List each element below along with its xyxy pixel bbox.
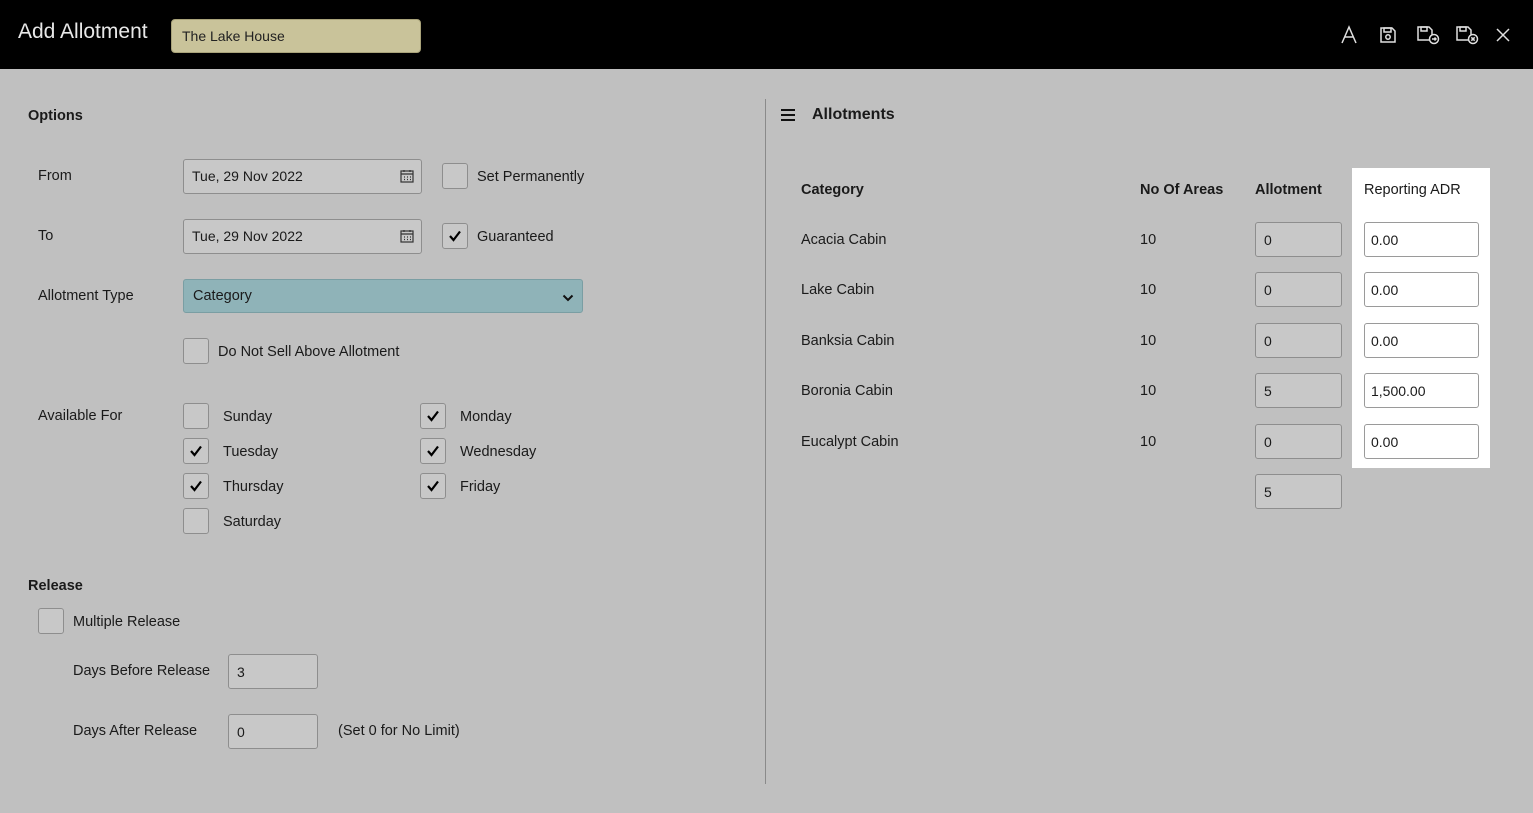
header-bar: Add Allotment The Lake House bbox=[0, 0, 1533, 69]
guaranteed-checkbox[interactable] bbox=[442, 223, 468, 249]
row-category: Banksia Cabin bbox=[801, 333, 895, 349]
saturday-checkbox[interactable] bbox=[183, 508, 209, 534]
allotment-type-label: Allotment Type bbox=[38, 288, 134, 304]
page-title: Add Allotment bbox=[18, 20, 148, 43]
do-not-sell-label: Do Not Sell Above Allotment bbox=[218, 344, 400, 360]
total-allotment-field: 5 bbox=[1255, 474, 1342, 509]
row-allotment-input[interactable]: 0 bbox=[1255, 323, 1342, 358]
to-label: To bbox=[38, 228, 54, 244]
row-adr-input[interactable]: 0.00 bbox=[1364, 222, 1479, 257]
menu-icon[interactable] bbox=[780, 107, 796, 128]
row-allotment-input[interactable]: 0 bbox=[1255, 222, 1342, 257]
allotment-column-header: Allotment bbox=[1255, 182, 1322, 198]
row-areas: 10 bbox=[1140, 434, 1157, 450]
from-date-input[interactable]: Tue, 29 Nov 2022 bbox=[183, 159, 422, 194]
row-areas: 10 bbox=[1140, 383, 1157, 399]
row-category: Eucalypt Cabin bbox=[801, 434, 899, 450]
wednesday-checkbox[interactable] bbox=[420, 438, 446, 464]
save-icon[interactable] bbox=[1375, 22, 1401, 48]
row-areas: 10 bbox=[1140, 282, 1157, 298]
row-category: Lake Cabin bbox=[801, 282, 875, 298]
set-permanently-label: Set Permanently bbox=[477, 169, 585, 185]
days-before-release-label: Days Before Release bbox=[73, 663, 211, 679]
no-of-areas-column-header: No Of Areas bbox=[1140, 182, 1224, 198]
save-and-new-icon[interactable] bbox=[1415, 22, 1441, 48]
to-date-input[interactable]: Tue, 29 Nov 2022 bbox=[183, 219, 422, 254]
monday-label: Monday bbox=[460, 409, 512, 425]
friday-checkbox[interactable] bbox=[420, 473, 446, 499]
row-allotment-input[interactable]: 0 bbox=[1255, 272, 1342, 307]
from-date-value: Tue, 29 Nov 2022 bbox=[192, 168, 303, 184]
available-for-label: Available For bbox=[38, 408, 123, 424]
row-allotment-input[interactable]: 0 bbox=[1255, 424, 1342, 459]
row-adr-input[interactable]: 0.00 bbox=[1364, 323, 1479, 358]
panel-divider bbox=[765, 99, 766, 784]
guaranteed-label: Guaranteed bbox=[477, 229, 554, 245]
row-category: Boronia Cabin bbox=[801, 383, 893, 399]
sunday-checkbox[interactable] bbox=[183, 403, 209, 429]
set-permanently-checkbox[interactable] bbox=[442, 163, 468, 189]
tuesday-checkbox[interactable] bbox=[183, 438, 209, 464]
thursday-label: Thursday bbox=[223, 479, 284, 495]
font-icon[interactable] bbox=[1336, 22, 1362, 48]
release-section-title: Release bbox=[28, 578, 83, 594]
multiple-release-label: Multiple Release bbox=[73, 614, 181, 630]
multiple-release-checkbox[interactable] bbox=[38, 608, 64, 634]
row-adr-input[interactable]: 0.00 bbox=[1364, 424, 1479, 459]
row-adr-input[interactable]: 0.00 bbox=[1364, 272, 1479, 307]
allotment-type-value: Category bbox=[193, 288, 252, 304]
saturday-label: Saturday bbox=[223, 514, 282, 530]
to-date-value: Tue, 29 Nov 2022 bbox=[192, 228, 303, 244]
days-after-release-hint: (Set 0 for No Limit) bbox=[338, 723, 460, 739]
from-label: From bbox=[38, 168, 72, 184]
thursday-checkbox[interactable] bbox=[183, 473, 209, 499]
allotment-type-select[interactable]: Category bbox=[183, 279, 583, 313]
days-before-release-input[interactable]: 3 bbox=[228, 654, 318, 689]
save-and-close-icon[interactable] bbox=[1454, 22, 1480, 48]
chevron-down-icon bbox=[562, 291, 574, 307]
days-after-release-input[interactable]: 0 bbox=[228, 714, 318, 749]
options-section-title: Options bbox=[28, 108, 83, 124]
category-column-header: Category bbox=[801, 182, 864, 198]
row-areas: 10 bbox=[1140, 333, 1157, 349]
allotments-title: Allotments bbox=[812, 106, 895, 123]
row-adr-input[interactable]: 1,500.00 bbox=[1364, 373, 1479, 408]
row-category: Acacia Cabin bbox=[801, 232, 887, 248]
friday-label: Friday bbox=[460, 479, 501, 495]
wednesday-label: Wednesday bbox=[460, 444, 537, 460]
calendar-icon[interactable] bbox=[400, 229, 414, 246]
property-selector[interactable]: The Lake House bbox=[171, 19, 421, 53]
days-after-release-label: Days After Release bbox=[73, 723, 198, 739]
row-allotment-input[interactable]: 5 bbox=[1255, 373, 1342, 408]
do-not-sell-checkbox[interactable] bbox=[183, 338, 209, 364]
monday-checkbox[interactable] bbox=[420, 403, 446, 429]
reporting-adr-column-header: Reporting ADR bbox=[1364, 182, 1461, 198]
calendar-icon[interactable] bbox=[400, 169, 414, 186]
sunday-label: Sunday bbox=[223, 409, 273, 425]
tuesday-label: Tuesday bbox=[223, 444, 279, 460]
reporting-adr-highlight bbox=[1352, 168, 1490, 468]
close-icon[interactable] bbox=[1490, 22, 1516, 48]
row-areas: 10 bbox=[1140, 232, 1157, 248]
